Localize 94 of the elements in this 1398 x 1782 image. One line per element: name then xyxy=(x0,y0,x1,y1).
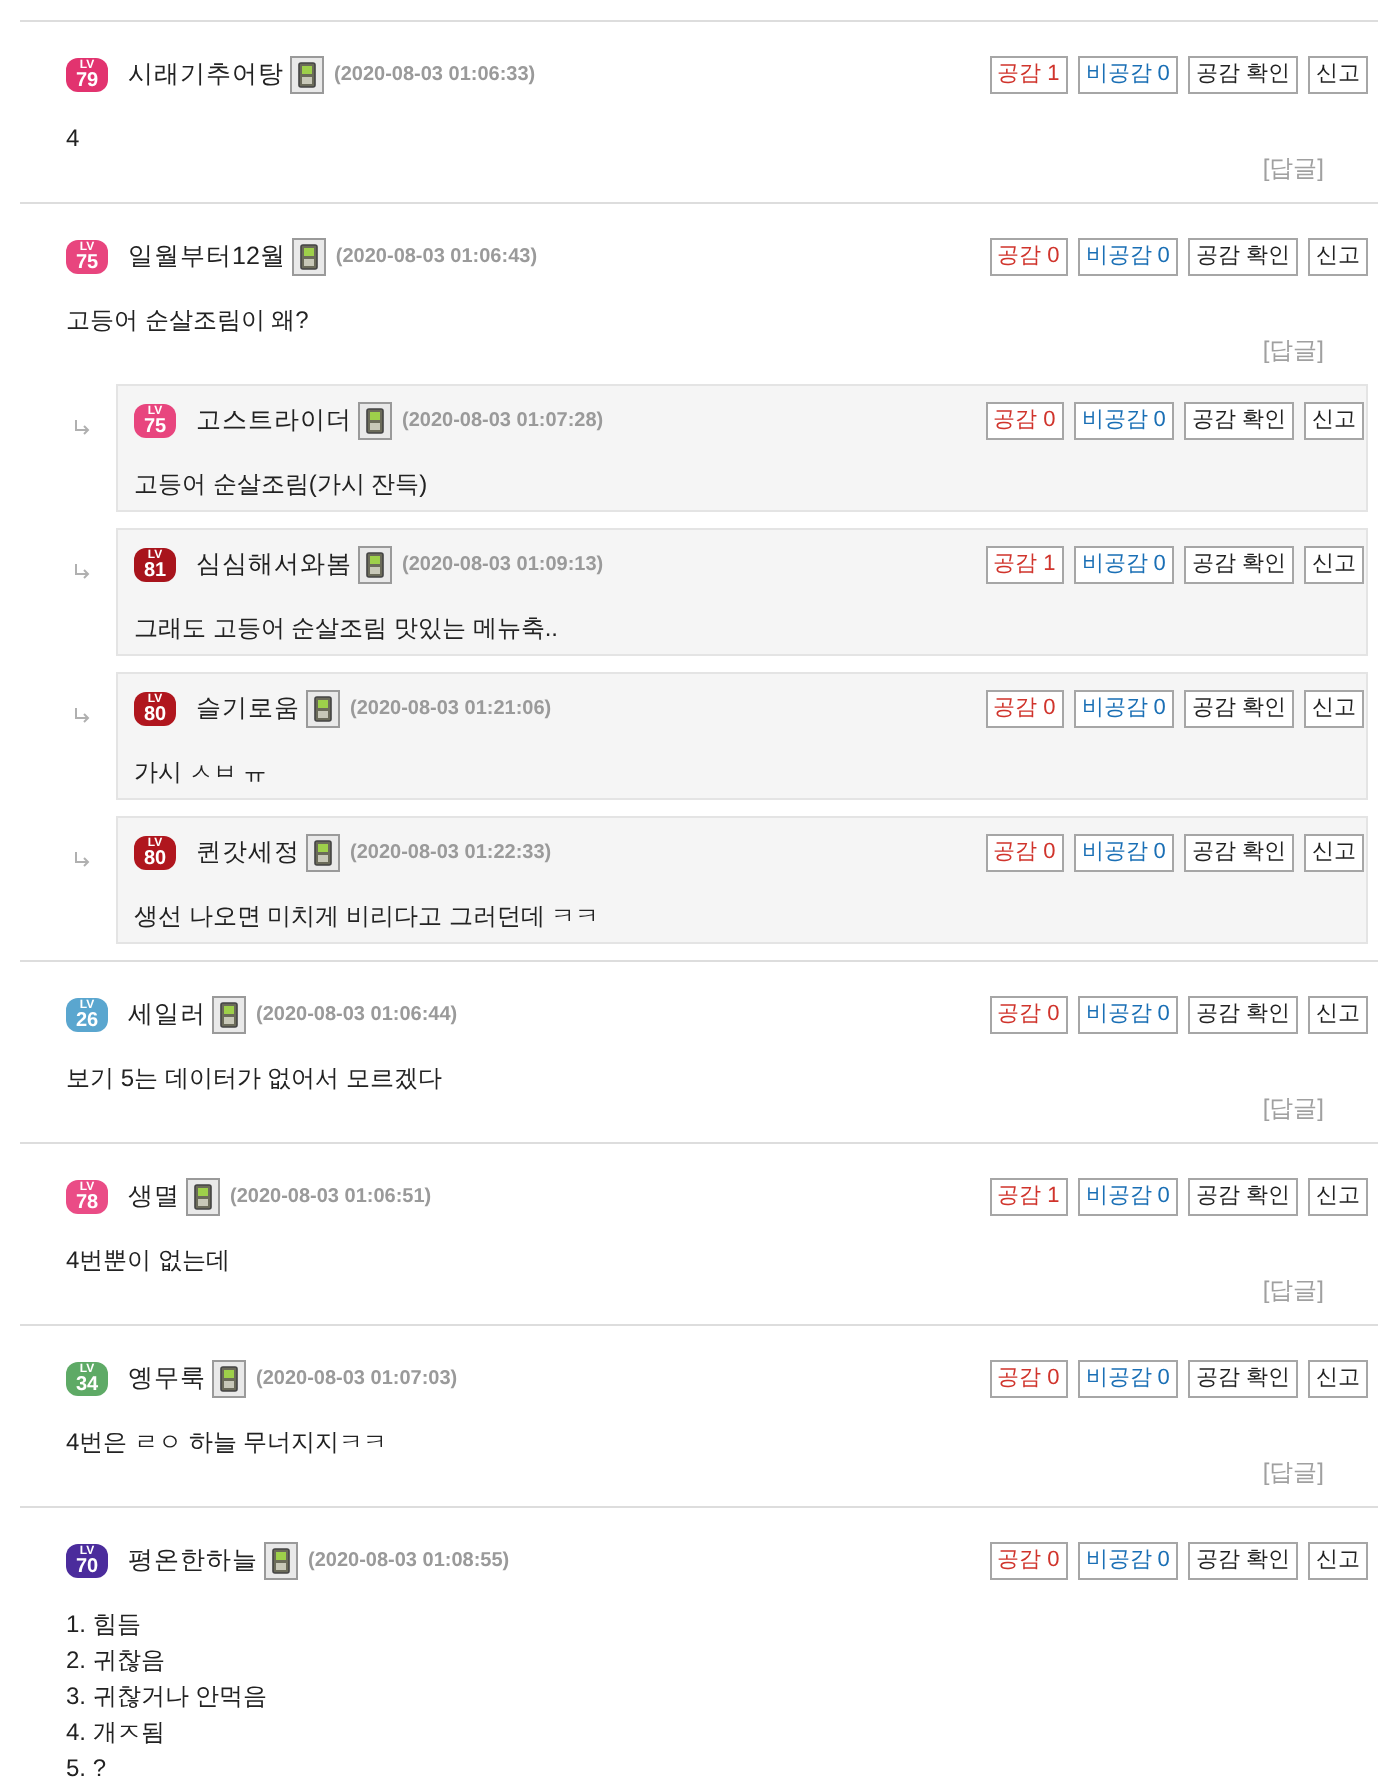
comment-text: 가시 ㅅㅂ ㅠ xyxy=(134,756,270,790)
comment-date: (2020-08-03 01:07:03) xyxy=(256,1366,458,1394)
mobile-phone-icon xyxy=(291,238,326,276)
nickname[interactable]: 생멸 xyxy=(128,1178,180,1216)
view-likes-button[interactable]: 공감 확인 xyxy=(1187,996,1298,1034)
reply-arrow-icon xyxy=(74,708,90,724)
level-number: 81 xyxy=(143,561,167,581)
nickname[interactable]: 고스트라이더 xyxy=(196,402,352,440)
nickname[interactable]: 평온한하늘 xyxy=(128,1542,258,1580)
comment-date: (2020-08-03 01:06:33) xyxy=(334,62,536,90)
mobile-phone-icon xyxy=(290,56,324,94)
dislike-button[interactable]: 비공감 0 xyxy=(1073,690,1174,728)
comment-text: 고등어 순살조림이 왜? xyxy=(66,304,311,338)
view-likes-button[interactable]: 공감 확인 xyxy=(1183,690,1294,728)
comment-text: 4 xyxy=(66,122,82,156)
report-button[interactable]: 신고 xyxy=(1304,690,1364,728)
level-number: 80 xyxy=(143,705,167,725)
level-number: 80 xyxy=(143,849,167,869)
reply-arrow-icon xyxy=(74,564,90,580)
nickname[interactable]: 세일러 xyxy=(128,996,206,1034)
comment-date: (2020-08-03 01:06:43) xyxy=(335,244,538,272)
comment-date: (2020-08-03 01:06:51) xyxy=(230,1184,432,1212)
dislike-button[interactable]: 비공감 0 xyxy=(1077,1178,1178,1216)
mobile-phone-icon xyxy=(212,1360,246,1398)
view-likes-button[interactable]: 공감 확인 xyxy=(1187,238,1298,276)
like-button[interactable]: 공감 1 xyxy=(989,56,1068,94)
comment-text: 4번은 ㄹㅇ 하늘 무너지지ㅋㅋ xyxy=(66,1426,390,1460)
dislike-button[interactable]: 비공감 0 xyxy=(1073,834,1174,872)
comment-date: (2020-08-03 01:06:44) xyxy=(256,1002,458,1030)
dislike-button[interactable]: 비공감 0 xyxy=(1077,238,1178,276)
dislike-button[interactable]: 비공감 0 xyxy=(1077,1360,1178,1398)
comment-text: 고등어 순살조림(가시 잔득) xyxy=(134,468,430,502)
report-button[interactable]: 신고 xyxy=(1304,546,1364,584)
mobile-phone-icon xyxy=(264,1542,298,1580)
comment-date: (2020-08-03 01:21:06) xyxy=(350,696,552,724)
comment-date: (2020-08-03 01:07:28) xyxy=(402,408,604,436)
like-button[interactable]: 공감 0 xyxy=(989,996,1068,1034)
level-number: 70 xyxy=(75,1557,99,1577)
report-button[interactable]: 신고 xyxy=(1308,1360,1368,1398)
comment-text: 그래도 고등어 순살조림 맛있는 메뉴축.. xyxy=(134,612,561,646)
dislike-button[interactable]: 비공감 0 xyxy=(1077,1542,1178,1580)
comment-date: (2020-08-03 01:22:33) xyxy=(350,840,552,868)
like-button[interactable]: 공감 1 xyxy=(985,546,1064,584)
like-button[interactable]: 공감 0 xyxy=(985,834,1064,872)
report-button[interactable]: 신고 xyxy=(1308,1542,1368,1580)
nickname[interactable]: 슬기로움 xyxy=(196,690,300,728)
view-likes-button[interactable]: 공감 확인 xyxy=(1187,1178,1298,1216)
reply-arrow-icon xyxy=(74,852,90,868)
view-likes-button[interactable]: 공감 확인 xyxy=(1187,1360,1298,1398)
level-number: 75 xyxy=(75,253,99,273)
level-number: 78 xyxy=(75,1193,99,1213)
comment-date: (2020-08-03 01:08:55) xyxy=(308,1548,510,1576)
view-likes-button[interactable]: 공감 확인 xyxy=(1187,1542,1298,1580)
view-likes-button[interactable]: 공감 확인 xyxy=(1183,834,1294,872)
like-button[interactable]: 공감 1 xyxy=(989,1178,1068,1216)
report-button[interactable]: 신고 xyxy=(1304,402,1364,440)
like-button[interactable]: 공감 0 xyxy=(989,238,1068,276)
mobile-phone-icon xyxy=(306,690,340,728)
view-likes-button[interactable]: 공감 확인 xyxy=(1183,402,1294,440)
like-button[interactable]: 공감 0 xyxy=(985,690,1064,728)
mobile-phone-icon xyxy=(358,402,392,440)
report-button[interactable]: 신고 xyxy=(1304,834,1364,872)
comment-text: 생선 나오면 미치게 비리다고 그러던데 ㅋㅋ xyxy=(134,900,602,934)
nickname[interactable]: 퀸갓세정 xyxy=(196,834,300,872)
nickname[interactable]: 시래기추어탕 xyxy=(128,56,284,94)
nickname[interactable]: 일월부터12월 xyxy=(128,238,286,276)
report-button[interactable]: 신고 xyxy=(1308,996,1368,1034)
comment-date: (2020-08-03 01:09:13) xyxy=(402,552,604,580)
like-button[interactable]: 공감 0 xyxy=(985,402,1064,440)
nickname[interactable]: 옝무룩 xyxy=(128,1360,206,1398)
view-likes-button[interactable]: 공감 확인 xyxy=(1187,56,1298,94)
mobile-phone-icon xyxy=(358,546,392,584)
level-number: 34 xyxy=(75,1375,99,1395)
dislike-button[interactable]: 비공감 0 xyxy=(1077,996,1178,1034)
mobile-phone-icon xyxy=(212,996,246,1034)
view-likes-button[interactable]: 공감 확인 xyxy=(1183,546,1294,584)
comment-text: 4번뿐이 없는데 xyxy=(66,1244,233,1278)
reply-arrow-icon xyxy=(74,420,90,436)
level-number: 79 xyxy=(75,71,99,91)
nickname[interactable]: 심심해서와봄 xyxy=(196,546,352,584)
mobile-phone-icon xyxy=(186,1178,220,1216)
dislike-button[interactable]: 비공감 0 xyxy=(1077,56,1178,94)
report-button[interactable]: 신고 xyxy=(1308,238,1368,276)
comment-text: 1. 힘듬 2. 귀찮음 3. 귀찮거나 안먹음 4. 개ㅈ됨 5. ? xyxy=(66,1608,270,1782)
level-number: 26 xyxy=(75,1011,99,1031)
like-button[interactable]: 공감 0 xyxy=(989,1360,1068,1398)
level-number: 75 xyxy=(143,417,167,437)
report-button[interactable]: 신고 xyxy=(1308,1178,1368,1216)
mobile-phone-icon xyxy=(306,834,340,872)
comment-text: 보기 5는 데이터가 없어서 모르겠다 xyxy=(66,1062,445,1096)
like-button[interactable]: 공감 0 xyxy=(989,1542,1068,1580)
dislike-button[interactable]: 비공감 0 xyxy=(1073,402,1174,440)
report-button[interactable]: 신고 xyxy=(1308,56,1368,94)
dislike-button[interactable]: 비공감 0 xyxy=(1073,546,1174,584)
